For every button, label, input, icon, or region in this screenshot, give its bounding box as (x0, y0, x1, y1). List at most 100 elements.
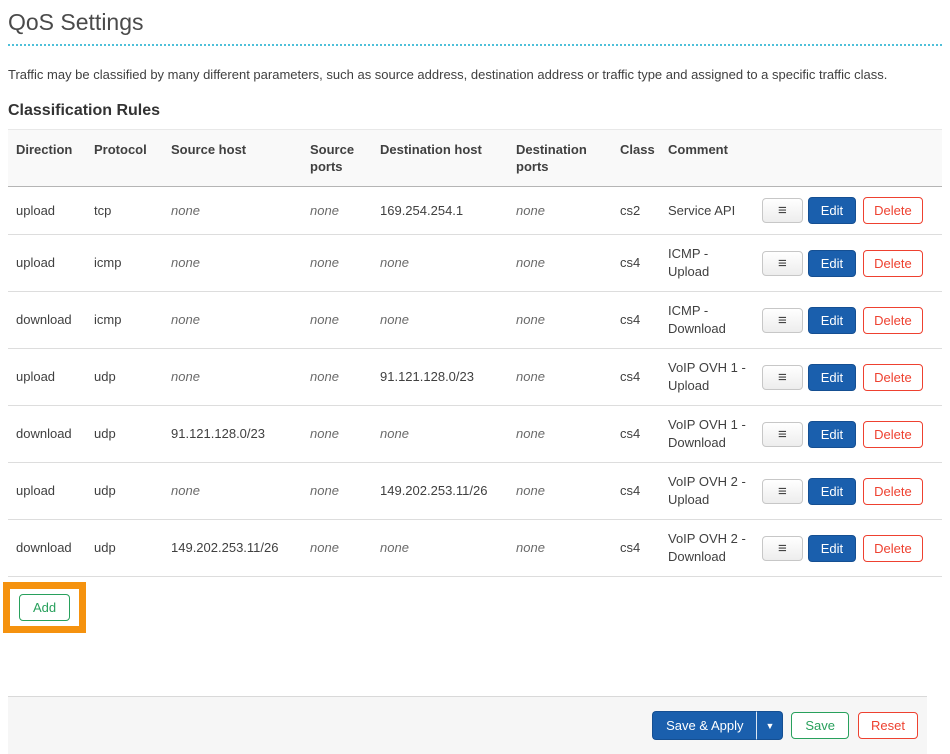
section-title: Classification Rules (8, 102, 942, 120)
edit-button[interactable]: Edit (808, 307, 856, 334)
save-button[interactable]: Save (791, 712, 849, 739)
drag-handle-icon: ≡ (778, 202, 787, 219)
cell-source-host: none (163, 187, 302, 235)
reorder-button[interactable]: ≡ (762, 536, 803, 561)
cell-class: cs4 (612, 349, 660, 406)
reorder-button[interactable]: ≡ (762, 308, 803, 333)
delete-button[interactable]: Delete (863, 197, 923, 224)
cell-direction: upload (8, 349, 86, 406)
cell-source-ports: none (302, 292, 372, 349)
delete-button[interactable]: Delete (863, 307, 923, 334)
cell-destination-host: none (372, 406, 508, 463)
cell-direction: download (8, 520, 86, 577)
cell-source-ports: none (302, 406, 372, 463)
edit-button[interactable]: Edit (808, 421, 856, 448)
cell-comment: ICMP - Download (660, 292, 754, 349)
cell-destination-ports: none (508, 520, 612, 577)
column-header-protocol: Protocol (86, 130, 163, 187)
save-apply-dropdown-button[interactable]: ▼ (756, 711, 783, 740)
delete-button[interactable]: Delete (863, 421, 923, 448)
edit-button[interactable]: Edit (808, 535, 856, 562)
page-actions-bar: Save & Apply ▼ Save Reset (8, 696, 927, 754)
drag-handle-icon: ≡ (778, 483, 787, 500)
drag-handle-icon: ≡ (778, 312, 787, 329)
cell-destination-ports: none (508, 187, 612, 235)
cell-destination-ports: none (508, 235, 612, 292)
cell-protocol: icmp (86, 235, 163, 292)
reset-button[interactable]: Reset (858, 712, 918, 739)
classification-rules-table: Direction Protocol Source host Source po… (8, 129, 942, 577)
cell-protocol: udp (86, 520, 163, 577)
column-header-destination-host: Destination host (372, 130, 508, 187)
reorder-button[interactable]: ≡ (762, 422, 803, 447)
cell-comment: VoIP OVH 1 - Download (660, 406, 754, 463)
cell-actions: ≡Edit Delete (754, 349, 942, 406)
cell-destination-ports: none (508, 349, 612, 406)
add-button[interactable]: Add (19, 594, 70, 621)
save-apply-button[interactable]: Save & Apply (652, 711, 756, 740)
cell-source-host: none (163, 292, 302, 349)
cell-source-host: 149.202.253.11/26 (163, 520, 302, 577)
cell-protocol: udp (86, 349, 163, 406)
cell-class: cs4 (612, 235, 660, 292)
cell-class: cs4 (612, 463, 660, 520)
cell-destination-host: 91.121.128.0/23 (372, 349, 508, 406)
cell-actions: ≡Edit Delete (754, 520, 942, 577)
reorder-button[interactable]: ≡ (762, 365, 803, 390)
cell-source-host: none (163, 349, 302, 406)
cell-protocol: tcp (86, 187, 163, 235)
reorder-button[interactable]: ≡ (762, 479, 803, 504)
table-row: upload udp none none 91.121.128.0/23 non… (8, 349, 942, 406)
cell-class: cs2 (612, 187, 660, 235)
save-apply-split-button: Save & Apply ▼ (652, 711, 783, 740)
cell-source-ports: none (302, 235, 372, 292)
table-header: Direction Protocol Source host Source po… (8, 130, 942, 187)
cell-protocol: udp (86, 406, 163, 463)
edit-button[interactable]: Edit (808, 478, 856, 505)
cell-class: cs4 (612, 520, 660, 577)
column-header-source-ports: Source ports (302, 130, 372, 187)
cell-destination-host: none (372, 520, 508, 577)
reorder-button[interactable]: ≡ (762, 251, 803, 276)
cell-source-ports: none (302, 463, 372, 520)
cell-actions: ≡ Edit Delete (754, 406, 942, 463)
page-title: QoS Settings (8, 9, 942, 35)
table-row: upload tcp none none 169.254.254.1 none … (8, 187, 942, 235)
cell-destination-ports: none (508, 463, 612, 520)
cell-comment: VoIP OVH 2 - Download (660, 520, 754, 577)
column-header-actions (754, 130, 942, 187)
cell-direction: upload (8, 463, 86, 520)
reorder-button[interactable]: ≡ (762, 198, 803, 223)
edit-button[interactable]: Edit (808, 364, 856, 391)
cell-protocol: udp (86, 463, 163, 520)
cell-actions: ≡ Edit Delete (754, 187, 942, 235)
table-row: upload icmp none none none none cs4 ICMP… (8, 235, 942, 292)
cell-direction: upload (8, 235, 86, 292)
delete-button[interactable]: Delete (863, 535, 923, 562)
title-divider (8, 44, 942, 46)
cell-actions: ≡ Edit Delete (754, 292, 942, 349)
delete-button[interactable]: Delete (863, 364, 923, 391)
edit-button[interactable]: Edit (808, 197, 856, 224)
cell-source-host: 91.121.128.0/23 (163, 406, 302, 463)
delete-button[interactable]: Delete (863, 478, 923, 505)
column-header-destination-ports: Destination ports (508, 130, 612, 187)
cell-actions: ≡ Edit Delete (754, 463, 942, 520)
table-row: upload udp none none 149.202.253.11/26 n… (8, 463, 942, 520)
cell-source-ports: none (302, 187, 372, 235)
cell-class: cs4 (612, 292, 660, 349)
column-header-class: Class (612, 130, 660, 187)
cell-comment: VoIP OVH 1 - Upload (660, 349, 754, 406)
cell-destination-host: none (372, 292, 508, 349)
page-content: QoS Settings Traffic may be classified b… (0, 9, 950, 633)
rules-table-body: upload tcp none none 169.254.254.1 none … (8, 187, 942, 577)
cell-destination-host: 169.254.254.1 (372, 187, 508, 235)
column-header-comment: Comment (660, 130, 754, 187)
chevron-down-icon: ▼ (765, 721, 774, 731)
edit-button[interactable]: Edit (808, 250, 856, 277)
delete-button[interactable]: Delete (863, 250, 923, 277)
cell-destination-host: 149.202.253.11/26 (372, 463, 508, 520)
drag-handle-icon: ≡ (778, 426, 787, 443)
column-header-direction: Direction (8, 130, 86, 187)
table-row: download icmp none none none none cs4 IC… (8, 292, 942, 349)
